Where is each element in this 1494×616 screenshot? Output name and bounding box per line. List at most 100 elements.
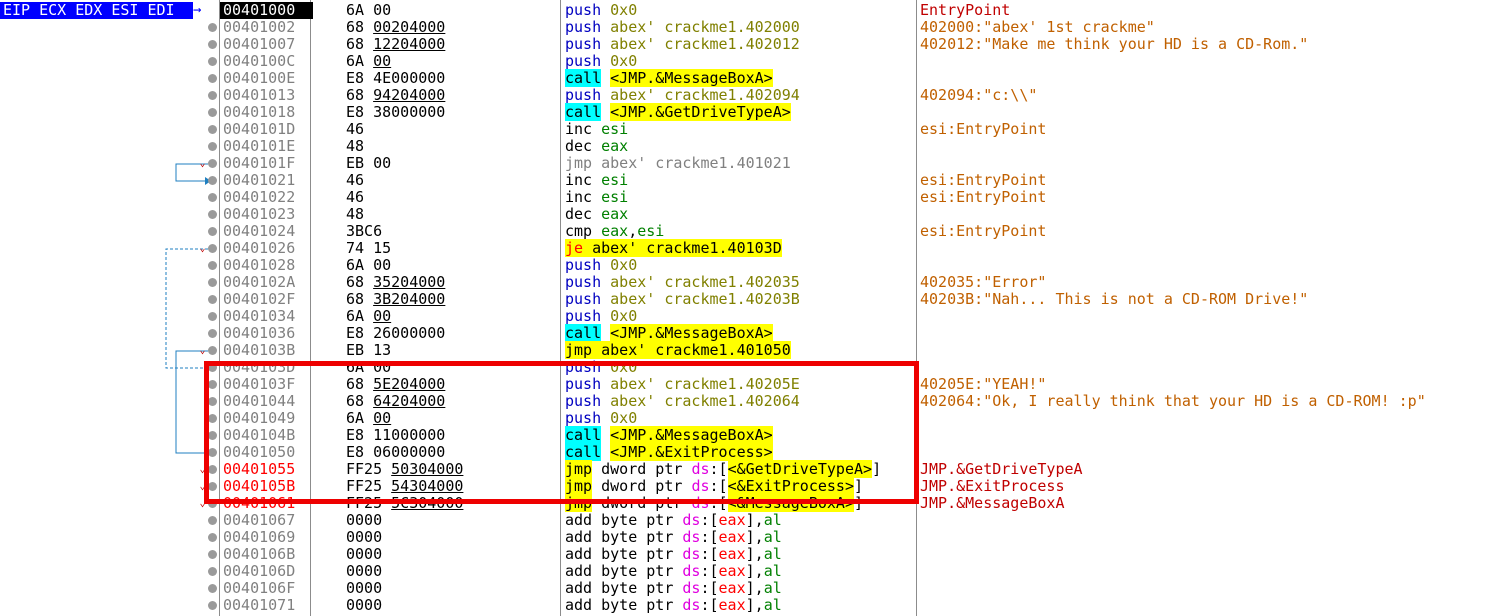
instruction-row[interactable]: 00401002 68 00204000 push abex' crackme1.4…: [0, 19, 1494, 36]
instruction-cell: call <JMP.&GetDriveTypeA>: [565, 103, 791, 121]
breakpoint-dot-icon[interactable]: [208, 244, 217, 253]
breakpoint-dot-icon[interactable]: [208, 601, 217, 610]
breakpoint-dot-icon[interactable]: [208, 278, 217, 287]
breakpoint-dot-icon[interactable]: [208, 448, 217, 457]
breakpoint-dot-icon[interactable]: [208, 40, 217, 49]
breakpoint-dot-icon[interactable]: [208, 142, 217, 151]
opcode-bytes-text: 0000: [346, 545, 383, 563]
instruction-row[interactable]: 0040103F 68 5E204000 push abex' crackme1.4…: [0, 376, 1494, 393]
opcode-bytes-text: 00204000: [373, 18, 446, 36]
instruction-cell: jmp abex' crackme1.401050: [565, 341, 791, 359]
breakpoint-dot-icon[interactable]: [208, 159, 217, 168]
instruction-text: abex' crackme1.40203B: [601, 290, 800, 308]
breakpoint-dot-icon[interactable]: [208, 74, 217, 83]
instruction-row[interactable]: 00401023 48 dec eax: [0, 206, 1494, 223]
instruction-row[interactable]: 00401018 E8 38000000 call <JMP.&GetDriveTy…: [0, 103, 1494, 121]
breakpoint-dot-icon[interactable]: [208, 431, 217, 440]
breakpoint-dot-icon[interactable]: [208, 397, 217, 406]
instruction-row[interactable]: 00401049 6A 00 push 0x0: [0, 410, 1494, 427]
instruction-text: <&GetDriveTypeA>: [727, 460, 873, 478]
instruction-row[interactable]: 0040101E 48 dec eax: [0, 138, 1494, 155]
instruction-row[interactable]: 0040104B E8 11000000 call <JMP.&MessageBox…: [0, 426, 1494, 444]
breakpoint-dot-icon[interactable]: [208, 210, 217, 219]
instruction-row[interactable]: 0040106F 0000 add byte ptr ds:[eax],al: [0, 580, 1494, 597]
instruction-row[interactable]: ⌄ 00401026 74 15 je abex' crackme1.40103D: [0, 239, 1494, 257]
opcode-bytes-cell: 6A 00: [346, 257, 391, 274]
breakpoint-dot-icon[interactable]: [208, 176, 217, 185]
breakpoint-dot-icon[interactable]: [208, 108, 217, 117]
breakpoint-dot-icon[interactable]: [208, 533, 217, 542]
instruction-row[interactable]: 0040106D 0000 add byte ptr ds:[eax],al: [0, 563, 1494, 580]
instruction-text: add byte ptr: [565, 562, 683, 580]
instruction-row[interactable]: 00401028 6A 00 push 0x0: [0, 257, 1494, 274]
comment-text: 402000:"abex' 1st crackme": [920, 18, 1155, 36]
instruction-row[interactable]: 00401036 E8 26000000 call <JMP.&MessageBox…: [0, 324, 1494, 342]
breakpoint-dot-icon[interactable]: [208, 482, 217, 491]
breakpoint-dot-icon[interactable]: [208, 584, 217, 593]
breakpoint-dot-icon[interactable]: [208, 57, 217, 66]
breakpoint-dot-icon[interactable]: [208, 125, 217, 134]
breakpoint-dot-icon[interactable]: [208, 261, 217, 270]
breakpoint-dot-icon[interactable]: [208, 329, 217, 338]
instruction-row[interactable]: 0040106B 0000 add byte ptr ds:[eax],al: [0, 546, 1494, 563]
breakpoint-dot-icon[interactable]: [208, 227, 217, 236]
instruction-row[interactable]: 0040100C 6A 00 push 0x0: [0, 53, 1494, 70]
instruction-cell: call <JMP.&MessageBoxA>: [565, 324, 773, 342]
instruction-row[interactable]: ⌄ 0040105B FF25 54304000 jmp dword ptr ds:[…: [0, 477, 1494, 495]
comment-text: esi:EntryPoint: [920, 171, 1047, 189]
breakpoint-dot-icon[interactable]: [208, 312, 217, 321]
instruction-row[interactable]: ⌄ 0040101F EB 00 jmp abex' crackme1.401021: [0, 155, 1494, 172]
breakpoint-dot-icon[interactable]: [208, 380, 217, 389]
instruction-row[interactable]: 00401050 E8 06000000 call <JMP.&ExitProces…: [0, 443, 1494, 461]
instruction-row[interactable]: ⌄ 00401055 FF25 50304000 jmp dword ptr ds:[…: [0, 460, 1494, 478]
breakpoint-dot-icon[interactable]: [208, 465, 217, 474]
instruction-row[interactable]: 00401007 68 12204000 push abex' crackme1.4…: [0, 36, 1494, 53]
instruction-row[interactable]: 0040102A 68 35204000 push abex' crackme1.4…: [0, 274, 1494, 291]
breakpoint-dot-icon[interactable]: [208, 346, 217, 355]
instruction-row[interactable]: 00401069 0000 add byte ptr ds:[eax],al: [0, 529, 1494, 546]
opcode-bytes-text: 68: [346, 18, 374, 36]
instruction-text: dword ptr: [592, 477, 692, 495]
instruction-row[interactable]: 0040100E E8 4E000000 call <JMP.&MessageBox…: [0, 69, 1494, 87]
instruction-text: <JMP.&ExitProcess>: [610, 443, 773, 461]
opcode-bytes-cell: 68 00204000: [346, 19, 445, 36]
instruction-row[interactable]: 00401024 3BC6 cmp eax,esi esi:EntryPoint: [0, 223, 1494, 240]
breakpoint-dot-icon[interactable]: [208, 363, 217, 372]
instruction-row[interactable]: 00401022 46 inc esi esi:EntryPoint: [0, 189, 1494, 206]
instruction-row[interactable]: 00401021 46 inc esi esi:EntryPoint: [0, 172, 1494, 189]
address-cell: 0040101E: [223, 137, 296, 155]
disassembly-view[interactable]: EIP ECX EDX ESI EDI → 00401000 6A 00 push …: [0, 0, 1494, 616]
address-cell: 00401023: [223, 205, 296, 223]
instruction-row[interactable]: 00401034 6A 00 push 0x0: [0, 308, 1494, 325]
instruction-text: al: [763, 545, 782, 563]
instruction-row[interactable]: 0040101D 46 inc esi esi:EntryPoint: [0, 121, 1494, 138]
breakpoint-dot-icon[interactable]: [208, 516, 217, 525]
instruction-text: 0x0: [601, 1, 638, 19]
breakpoint-dot-icon[interactable]: [208, 550, 217, 559]
opcode-bytes-text: 0000: [346, 511, 383, 529]
breakpoint-dot-icon[interactable]: [208, 23, 217, 32]
breakpoint-dot-icon[interactable]: [208, 91, 217, 100]
instruction-row[interactable]: 00401000 6A 00 push 0x0 EntryPoint: [0, 2, 1494, 19]
instruction-row[interactable]: 00401067 0000 add byte ptr ds:[eax],al: [0, 512, 1494, 529]
breakpoint-dot-icon[interactable]: [208, 295, 217, 304]
instruction-text: [601, 69, 610, 87]
opcode-bytes-text: E8 06000000: [346, 443, 446, 461]
breakpoint-dot-icon[interactable]: [208, 414, 217, 423]
opcode-bytes-text: 50304000: [391, 460, 464, 478]
instruction-row[interactable]: 0040102F 68 3B204000 push abex' crackme1.4…: [0, 291, 1494, 308]
instruction-row[interactable]: 00401071 0000 add byte ptr ds:[eax],al: [0, 597, 1494, 614]
instruction-row[interactable]: 00401044 68 64204000 push abex' crackme1.4…: [0, 393, 1494, 410]
breakpoint-dot-icon[interactable]: [208, 567, 217, 576]
breakpoint-dot-icon[interactable]: [208, 499, 217, 508]
instruction-row[interactable]: ⌄ 00401061 FF25 5C304000 jmp dword ptr ds:[…: [0, 494, 1494, 512]
instruction-row[interactable]: ⌄ 0040103B EB 13 jmp abex' crackme1.401050: [0, 341, 1494, 359]
comment-text: 40203B:"Nah... This is not a CD-ROM Driv…: [920, 290, 1309, 308]
comment-cell: JMP.&MessageBoxA: [920, 495, 1065, 512]
instruction-row[interactable]: 0040103D 6A 00 push 0x0: [0, 359, 1494, 376]
instruction-text: ds: [691, 477, 710, 495]
breakpoint-dot-icon[interactable]: [208, 193, 217, 202]
instruction-row[interactable]: 00401013 68 94204000 push abex' crackme1.4…: [0, 87, 1494, 104]
jump-indicator-icon: ⌄: [199, 158, 206, 169]
comment-text: JMP.&GetDriveTypeA: [920, 460, 1083, 478]
